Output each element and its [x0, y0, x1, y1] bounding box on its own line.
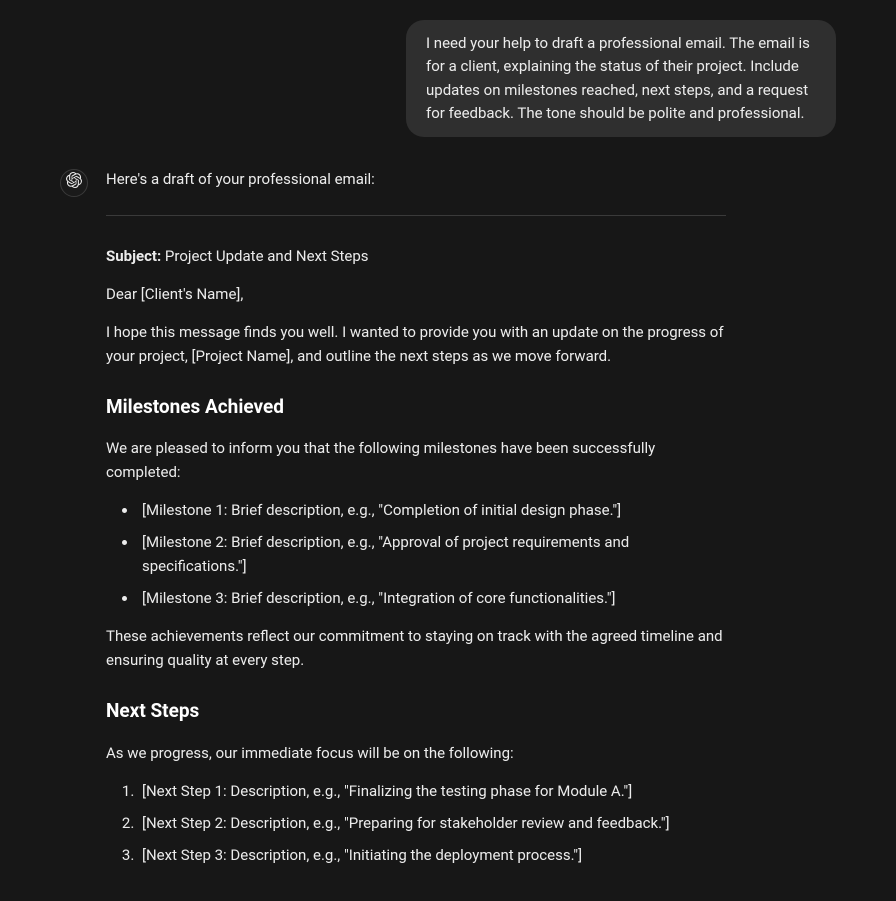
- email-body: Subject: Project Update and Next Steps D…: [106, 244, 726, 867]
- user-message-bubble[interactable]: I need your help to draft a professional…: [406, 20, 836, 137]
- milestones-outro: These achievements reflect our commitmen…: [106, 624, 726, 672]
- user-message-text: I need your help to draft a professional…: [426, 34, 810, 122]
- list-item: [Milestone 1: Brief description, e.g., "…: [138, 498, 726, 522]
- user-message-row: I need your help to draft a professional…: [0, 20, 896, 167]
- openai-logo-icon: [66, 171, 82, 195]
- subject-line: Subject: Project Update and Next Steps: [106, 244, 726, 268]
- subject-label: Subject:: [106, 247, 161, 265]
- assistant-content[interactable]: Here's a draft of your professional emai…: [106, 167, 726, 881]
- list-item: [Milestone 3: Brief description, e.g., "…: [138, 586, 726, 610]
- next-steps-intro: As we progress, our immediate focus will…: [106, 741, 726, 765]
- opening-paragraph: I hope this message finds you well. I wa…: [106, 320, 726, 368]
- milestones-heading: Milestones Achieved: [106, 392, 726, 422]
- greeting-line: Dear [Client's Name],: [106, 282, 726, 306]
- list-item: [Next Step 2: Description, e.g., "Prepar…: [138, 811, 726, 835]
- chat-container: I need your help to draft a professional…: [0, 0, 896, 901]
- milestones-list: [Milestone 1: Brief description, e.g., "…: [106, 498, 726, 610]
- list-item: [Next Step 1: Description, e.g., "Finali…: [138, 779, 726, 803]
- list-item: [Milestone 2: Brief description, e.g., "…: [138, 530, 726, 578]
- assistant-avatar: [60, 169, 88, 197]
- assistant-message-row: Here's a draft of your professional emai…: [0, 167, 896, 881]
- assistant-intro: Here's a draft of your professional emai…: [106, 167, 726, 191]
- milestones-intro: We are pleased to inform you that the fo…: [106, 436, 726, 484]
- subject-value: Project Update and Next Steps: [161, 247, 368, 265]
- content-divider: [106, 215, 726, 216]
- list-item: [Next Step 3: Description, e.g., "Initia…: [138, 843, 726, 867]
- next-steps-list: [Next Step 1: Description, e.g., "Finali…: [106, 779, 726, 867]
- next-steps-heading: Next Steps: [106, 696, 726, 726]
